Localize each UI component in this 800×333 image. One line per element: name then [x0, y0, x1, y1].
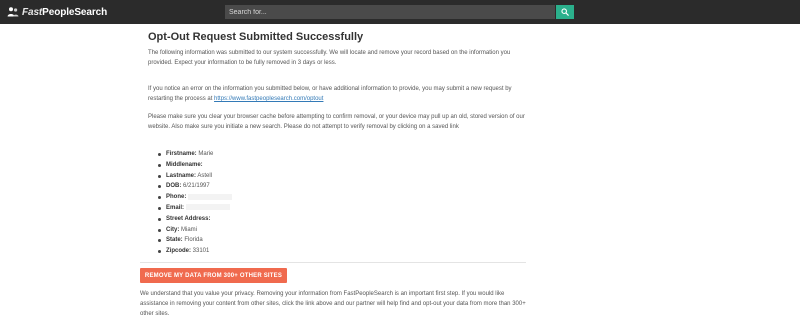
list-item-middlename: Middlename: — [157, 160, 232, 171]
field-value: 33101 — [192, 248, 210, 255]
list-item-email: Email: — [157, 203, 232, 214]
field-label: Middlename: — [166, 161, 203, 168]
list-item-zipcode: Zipcode: 33101 — [157, 246, 232, 257]
restart-text: If you notice an error on the informatio… — [148, 86, 512, 102]
submitted-info-list: Firstname: Marie Middlename: Lastname: A… — [157, 149, 233, 257]
privacy-paragraph: We understand that you value your privac… — [140, 291, 526, 317]
people-icon — [7, 7, 19, 17]
section-divider — [140, 262, 526, 263]
list-item-phone: Phone: — [157, 192, 233, 203]
field-value: Florida — [184, 237, 203, 244]
search-input[interactable] — [225, 5, 555, 19]
redacted-value — [188, 193, 233, 200]
field-label: Zipcode: — [166, 248, 191, 255]
logo-text: FastPeopleSearch — [22, 7, 107, 18]
redacted-value — [185, 204, 230, 211]
field-value: Miami — [181, 226, 198, 233]
list-item-dob: DOB: 6/21/1997 — [157, 181, 232, 192]
site-logo[interactable]: FastPeopleSearch — [7, 5, 107, 19]
logo-text-fast: Fast — [22, 6, 43, 18]
list-item-firstname: Firstname: Marie — [157, 149, 232, 160]
field-label: Phone: — [166, 194, 187, 201]
search-icon — [561, 8, 569, 16]
page-title: Opt-Out Request Submitted Successfully — [148, 31, 364, 43]
cache-paragraph: Please make sure you clear your browser … — [148, 114, 525, 130]
field-label: City: — [166, 226, 180, 233]
list-item-lastname: Lastname: Astell — [157, 171, 232, 182]
main-content: Opt-Out Request Submitted Successfully T… — [148, 30, 528, 254]
field-label: State: — [166, 237, 183, 244]
field-label: Lastname: — [166, 172, 197, 179]
top-navbar: FastPeopleSearch — [0, 0, 800, 24]
search-bar — [225, 5, 574, 19]
optout-link[interactable]: https://www.fastpeoplesearch.com/optout — [214, 96, 323, 102]
field-label: Street Address: — [166, 215, 211, 222]
field-label: Firstname: — [166, 151, 197, 157]
field-value: 6/21/1997 — [183, 183, 210, 190]
list-item-state: State: Florida — [157, 235, 232, 246]
field-value: Astell — [197, 172, 213, 179]
field-label: DOB: — [166, 183, 182, 190]
confirmation-paragraph: The following information was submitted … — [148, 50, 511, 66]
field-value: Marie — [198, 151, 214, 157]
list-item-city: City: Miami — [157, 225, 232, 236]
logo-text-people-search: PeopleSearch — [42, 6, 108, 18]
search-button[interactable] — [556, 5, 574, 19]
remove-data-button[interactable]: REMOVE MY DATA FROM 300+ OTHER SITES — [140, 268, 287, 283]
list-item-street-address: Street Address: — [157, 214, 232, 225]
field-label: Email: — [166, 204, 185, 211]
restart-paragraph: If you notice an error on the informatio… — [148, 84, 528, 104]
